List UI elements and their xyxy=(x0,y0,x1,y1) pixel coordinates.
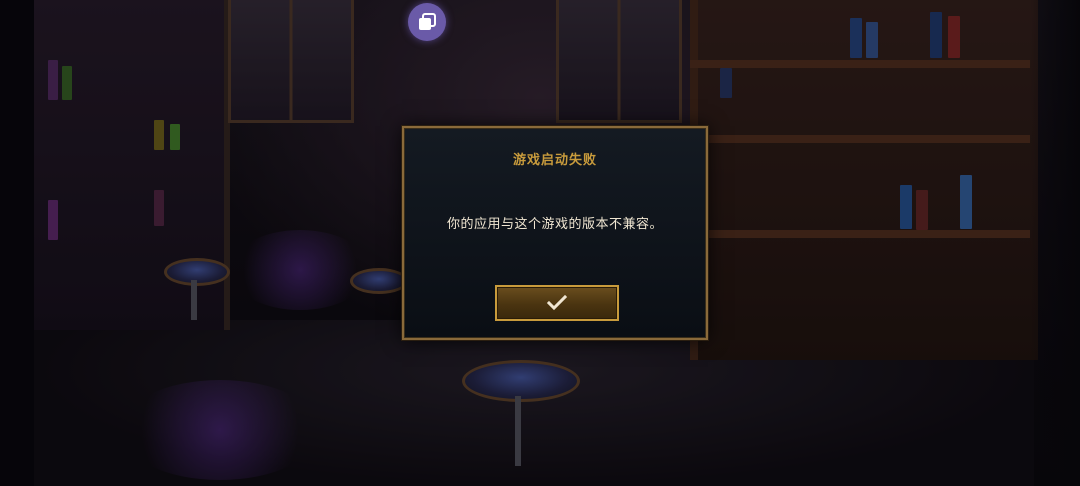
game-screen: 游戏启动失败 你的应用与这个游戏的版本不兼容。 xyxy=(0,0,1080,486)
window-switch-icon[interactable] xyxy=(408,3,446,41)
window-switch-icon-glyph xyxy=(419,13,436,30)
confirm-button[interactable] xyxy=(495,285,619,321)
left-edge xyxy=(0,0,34,486)
dialog-message: 你的应用与这个游戏的版本不兼容。 xyxy=(446,217,663,232)
check-icon xyxy=(547,295,567,311)
right-edge xyxy=(1030,0,1080,486)
dialog-title: 游戏启动失败 xyxy=(512,153,597,168)
error-dialog: 游戏启动失败 你的应用与这个游戏的版本不兼容。 xyxy=(402,126,708,340)
